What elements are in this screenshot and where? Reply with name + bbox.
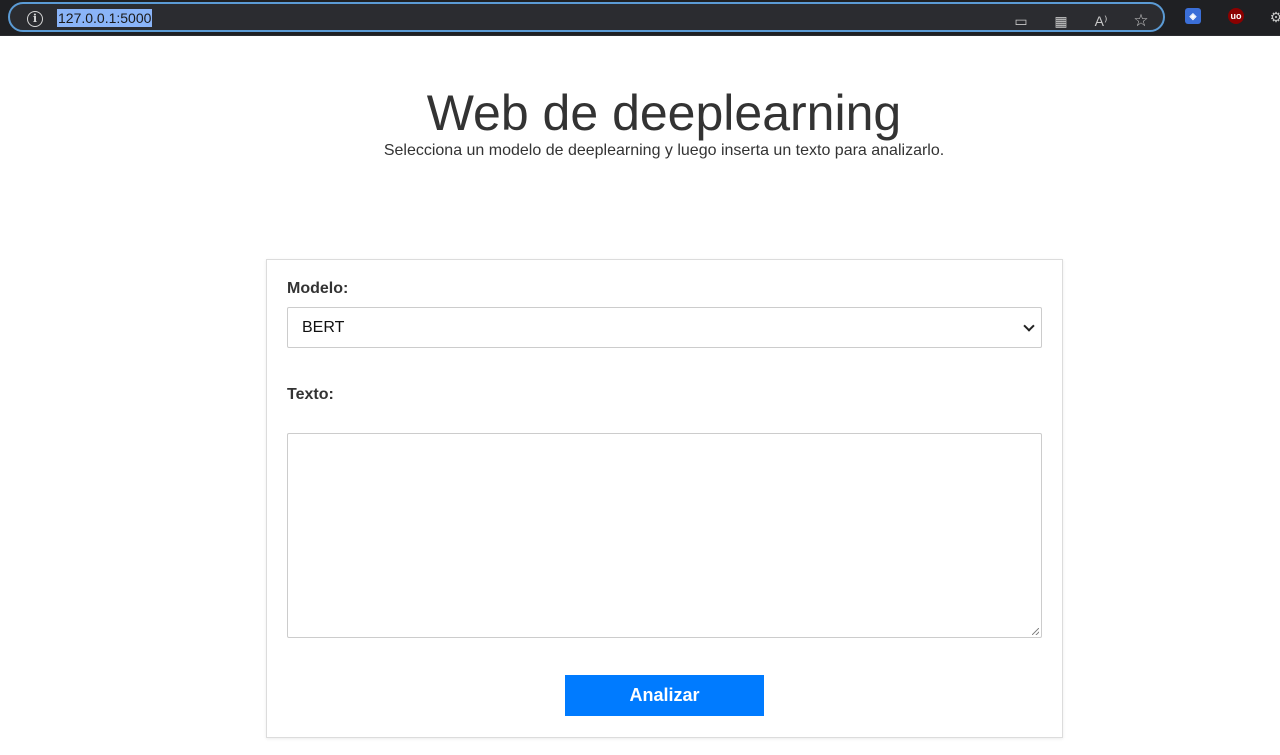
text-input[interactable]: [287, 433, 1042, 638]
address-bar[interactable]: i 127.0.0.1:5000 ▭ ▦ A⁾ ☆: [8, 2, 1165, 32]
info-icon[interactable]: i: [27, 11, 43, 27]
resize-handle-icon[interactable]: [1032, 628, 1039, 635]
extensions-puzzle-icon[interactable]: ⚙: [1266, 7, 1280, 27]
apps-icon[interactable]: ▦: [1051, 11, 1071, 31]
chevron-down-icon: [1023, 320, 1035, 332]
ublock-icon[interactable]: uo: [1228, 8, 1244, 24]
favorite-star-icon[interactable]: ☆: [1131, 11, 1151, 31]
url-text[interactable]: 127.0.0.1:5000: [57, 9, 153, 27]
browser-toolbar: i 127.0.0.1:5000 ▭ ▦ A⁾ ☆ ◈ uo ⚙: [0, 0, 1280, 36]
read-aloud-icon[interactable]: A⁾: [1091, 11, 1111, 31]
page-title: Web de deeplearning: [426, 85, 902, 141]
model-label: Modelo:: [287, 280, 349, 297]
analyze-button[interactable]: Analizar: [565, 675, 764, 716]
cast-icon[interactable]: ▭: [1011, 11, 1031, 31]
page-subtitle: Selecciona un modelo de deeplearning y l…: [383, 142, 945, 159]
model-select-value: BERT: [302, 319, 345, 336]
analysis-form: Modelo: BERT Texto: Analizar: [266, 259, 1063, 738]
text-label: Texto:: [287, 386, 334, 403]
model-select[interactable]: BERT: [287, 307, 1042, 348]
extension-shield-icon[interactable]: ◈: [1185, 8, 1201, 24]
